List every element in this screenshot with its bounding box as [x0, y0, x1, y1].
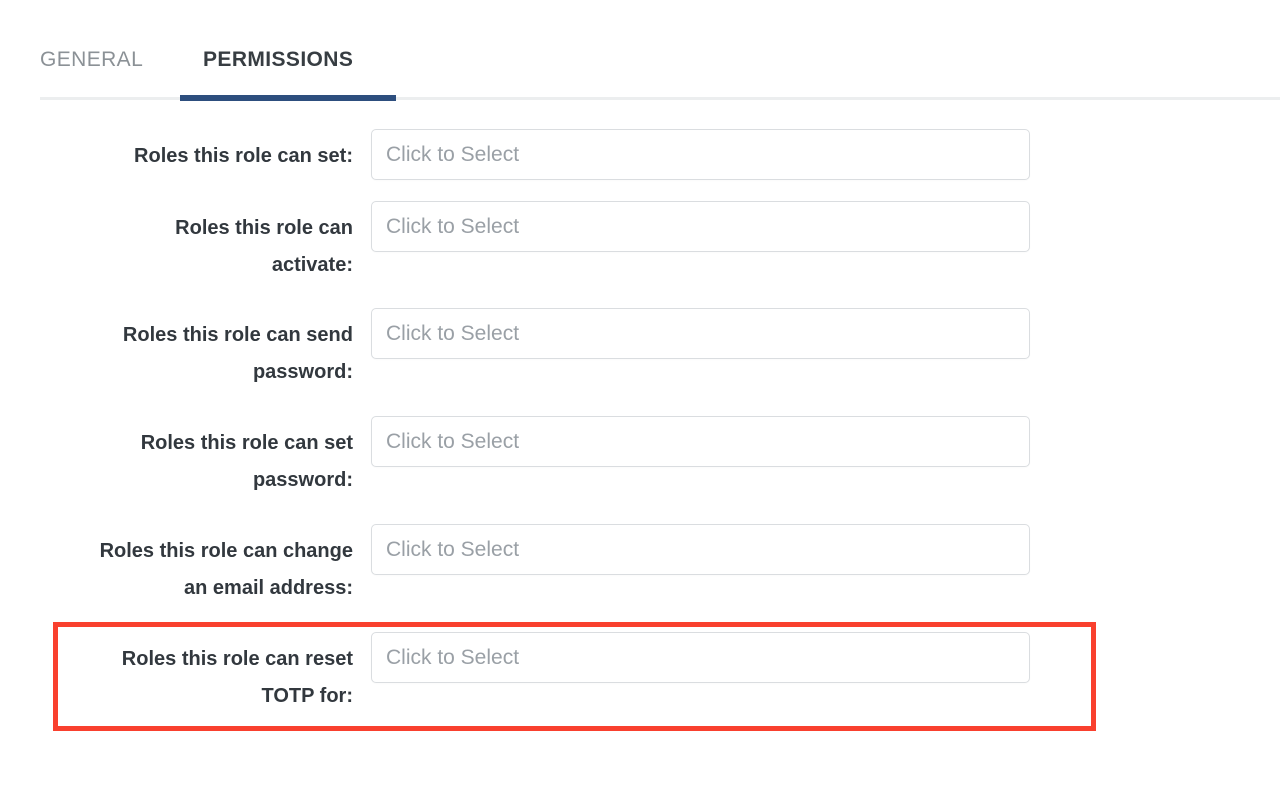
- role-select-input[interactable]: Click to Select: [371, 308, 1030, 359]
- tab-general[interactable]: GENERAL: [40, 47, 143, 73]
- field-control: Click to Select: [371, 129, 1030, 180]
- tab-permissions[interactable]: PERMISSIONS: [203, 47, 353, 73]
- field-label: Roles this role can set:: [134, 145, 353, 167]
- role-select-input[interactable]: Click to Select: [371, 632, 1030, 683]
- field-control: Click to Select: [371, 524, 1030, 575]
- field-control: Click to Select: [371, 308, 1030, 359]
- tab-bar: GENERAL PERMISSIONS: [0, 0, 1280, 101]
- active-tab-indicator: [180, 95, 396, 101]
- form-row: Roles this role can activate: Click to Se…: [0, 201, 1280, 284]
- field-control: Click to Select: [371, 632, 1030, 683]
- form-row: Roles this role can send password: Click …: [0, 308, 1280, 391]
- form-row: Roles this role can set: Click to Select: [0, 129, 1280, 180]
- select-placeholder: Click to Select: [386, 429, 520, 453]
- field-control: Click to Select: [371, 416, 1030, 467]
- select-placeholder: Click to Select: [386, 214, 520, 238]
- field-label: Roles this role can send password:: [122, 324, 353, 383]
- form-row: Roles this role can change an email addr…: [0, 524, 1280, 607]
- permissions-page: GENERAL PERMISSIONS Roles this role can …: [0, 0, 1280, 800]
- select-placeholder: Click to Select: [386, 645, 520, 669]
- field-label: Roles this role can reset TOTP for:: [121, 648, 353, 707]
- role-select-input[interactable]: Click to Select: [371, 201, 1030, 252]
- form-row: Roles this role can set password: Click t…: [0, 416, 1280, 499]
- role-select-input[interactable]: Click to Select: [371, 416, 1030, 467]
- role-select-input[interactable]: Click to Select: [371, 129, 1030, 180]
- field-label: Roles this role can activate:: [175, 217, 353, 276]
- role-select-input[interactable]: Click to Select: [371, 524, 1030, 575]
- field-control: Click to Select: [371, 201, 1030, 252]
- select-placeholder: Click to Select: [386, 142, 520, 166]
- select-placeholder: Click to Select: [386, 321, 520, 345]
- select-placeholder: Click to Select: [386, 537, 520, 561]
- field-label: Roles this role can set password:: [140, 432, 353, 491]
- form-row: Roles this role can reset TOTP for: Click…: [0, 632, 1280, 715]
- field-label: Roles this role can change an email addr…: [99, 540, 353, 599]
